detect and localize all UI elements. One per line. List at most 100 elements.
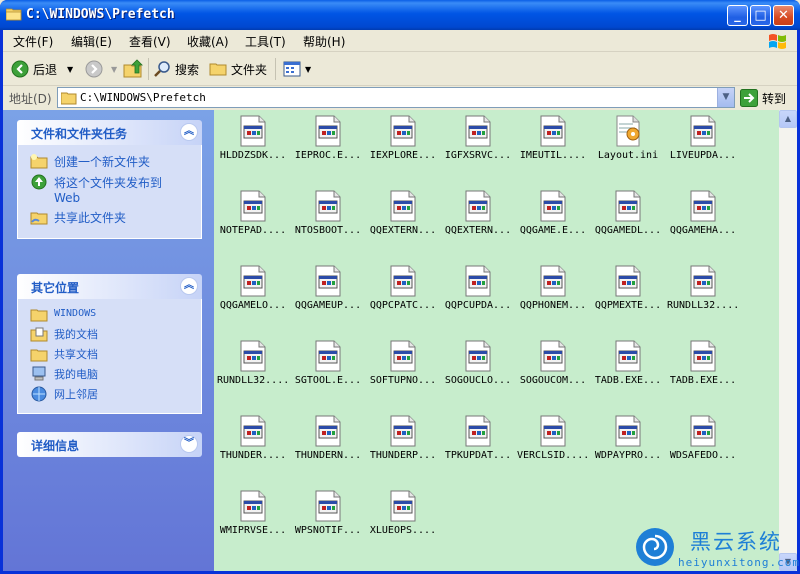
up-folder-button[interactable] xyxy=(123,58,147,80)
maximize-button[interactable]: □ xyxy=(750,5,771,26)
views-dropdown-icon[interactable]: ▼ xyxy=(305,65,311,74)
back-dropdown-icon[interactable]: ▼ xyxy=(67,65,73,74)
windows-logo-icon xyxy=(769,34,786,49)
vertical-scrollbar[interactable]: ▲ ▼ xyxy=(779,110,797,571)
menu-favorites[interactable]: 收藏(A) xyxy=(187,33,229,50)
file-item[interactable]: QQPCPATC... xyxy=(367,264,439,334)
network-places-icon xyxy=(31,386,47,401)
file-name: TADB.EXE... xyxy=(594,375,662,386)
task-share-folder[interactable]: 共享此文件夹 xyxy=(30,209,191,226)
prefetch-file-icon xyxy=(690,415,716,447)
scroll-up-button[interactable]: ▲ xyxy=(779,110,797,128)
search-button[interactable]: 搜索 xyxy=(153,58,199,80)
file-item[interactable]: WMIPRVSE... xyxy=(217,489,289,559)
file-item[interactable]: TADB.EXE... xyxy=(667,339,739,409)
details-header[interactable]: 详细信息 ︾ xyxy=(17,432,202,457)
place-my-computer[interactable]: 我的电脑 xyxy=(30,365,191,382)
place-shared-documents[interactable]: 共享文档 xyxy=(30,345,191,362)
menu-tools[interactable]: 工具(T) xyxy=(245,33,286,50)
file-item[interactable]: HLDDZSDK... xyxy=(217,114,289,184)
expand-chevron-icon[interactable]: ︾ xyxy=(180,435,198,453)
file-item[interactable]: TPKUPDAT... xyxy=(442,414,514,484)
file-item[interactable]: Layout.ini xyxy=(592,114,664,184)
file-item[interactable]: QQGAMEHA... xyxy=(667,189,739,259)
file-item[interactable]: QQEXTERN... xyxy=(442,189,514,259)
prefetch-file-icon xyxy=(690,115,716,147)
file-item[interactable]: QQPHONEM... xyxy=(517,264,589,334)
minimize-button[interactable]: _ xyxy=(727,5,748,26)
file-item[interactable]: IGFXSRVC... xyxy=(442,114,514,184)
file-item[interactable]: QQGAMEUP... xyxy=(292,264,364,334)
file-item[interactable]: LIVEUPDA... xyxy=(667,114,739,184)
task-publish-web[interactable]: 将这个文件夹发布到Web xyxy=(30,174,191,205)
file-item[interactable]: VERCLSID.... xyxy=(517,414,589,484)
file-item[interactable]: QQPMEXTE... xyxy=(592,264,664,334)
close-button[interactable]: ✕ xyxy=(773,5,794,26)
place-my-documents[interactable]: 我的文档 xyxy=(30,325,191,342)
collapse-chevron-icon[interactable]: ︽ xyxy=(180,123,198,141)
file-item[interactable]: SOFTUPNO... xyxy=(367,339,439,409)
file-item[interactable]: RUNDLL32.... xyxy=(217,339,289,409)
file-item[interactable]: IEPROC.E... xyxy=(292,114,364,184)
file-item[interactable]: RUNDLL32.... xyxy=(667,264,739,334)
menu-view[interactable]: 查看(V) xyxy=(129,33,171,50)
toolbar-separator xyxy=(148,58,149,80)
watermark-logo: 黑云系统 heiyunxitong.com xyxy=(634,524,800,574)
file-name: WMIPRVSE... xyxy=(219,525,287,536)
content-area: 文件和文件夹任务 ︽ 创建一个新文件夹 将这个文件夹发布到Web 共享此文件夹 … xyxy=(3,110,797,571)
go-button[interactable]: 转到 xyxy=(740,88,786,108)
forward-button[interactable]: ▼ xyxy=(85,58,117,80)
views-button[interactable]: ▼ xyxy=(283,58,311,80)
prefetch-file-icon xyxy=(540,415,566,447)
place-label: 共享文档 xyxy=(54,347,98,361)
file-item[interactable]: QQGAMELO... xyxy=(217,264,289,334)
file-item[interactable]: WDPAYPRO... xyxy=(592,414,664,484)
forward-dropdown-icon[interactable]: ▼ xyxy=(111,65,117,74)
menu-file[interactable]: 文件(F) xyxy=(13,33,53,50)
file-tasks-title: 文件和文件夹任务 xyxy=(31,127,128,141)
place-network[interactable]: 网上邻居 xyxy=(30,385,191,402)
other-places-header[interactable]: 其它位置 ︽ xyxy=(17,274,202,299)
file-item[interactable]: IMEUTIL.... xyxy=(517,114,589,184)
file-item[interactable]: THUNDERN... xyxy=(292,414,364,484)
file-name: QQGAMEUP... xyxy=(294,300,362,311)
file-item[interactable]: QQGAME.E... xyxy=(517,189,589,259)
title-bar[interactable]: C:\WINDOWS\Prefetch _ □ ✕ xyxy=(0,0,800,30)
address-dropdown-icon[interactable]: ▼ xyxy=(717,88,734,107)
prefetch-file-icon xyxy=(540,115,566,147)
file-item[interactable]: THUNDERP... xyxy=(367,414,439,484)
file-tasks-header[interactable]: 文件和文件夹任务 ︽ xyxy=(17,120,202,145)
share-folder-icon xyxy=(30,212,48,225)
file-list-pane[interactable]: HLDDZSDK... IEPROC.E... IEXPLORE... IGFXSRV… xyxy=(214,110,779,571)
place-windows[interactable]: WINDOWS xyxy=(30,305,191,322)
prefetch-file-icon xyxy=(540,340,566,372)
file-item[interactable]: TADB.EXE... xyxy=(592,339,664,409)
folders-button[interactable]: 文件夹 xyxy=(209,58,267,80)
menu-help[interactable]: 帮助(H) xyxy=(303,33,345,50)
explorer-window: C:\WINDOWS\Prefetch _ □ ✕ 文件(F) 编辑(E) 查看… xyxy=(0,0,800,574)
file-item[interactable]: QQPCUPDA... xyxy=(442,264,514,334)
file-item[interactable]: SGTOOL.E... xyxy=(292,339,364,409)
file-item[interactable]: WPSNOTIF... xyxy=(292,489,364,559)
prefetch-file-icon xyxy=(615,340,641,372)
file-item[interactable]: SOGOUCLO... xyxy=(442,339,514,409)
collapse-chevron-icon[interactable]: ︽ xyxy=(180,277,198,295)
file-name: WPSNOTIF... xyxy=(294,525,362,536)
file-item[interactable]: QQGAMEDL... xyxy=(592,189,664,259)
file-item[interactable]: NTOSBOOT... xyxy=(292,189,364,259)
file-item[interactable]: QQEXTERN... xyxy=(367,189,439,259)
file-item[interactable]: XLUEOPS.... xyxy=(367,489,439,559)
back-button[interactable]: 后退 ▼ xyxy=(11,58,73,80)
task-pane: 文件和文件夹任务 ︽ 创建一个新文件夹 将这个文件夹发布到Web 共享此文件夹 … xyxy=(3,110,214,571)
menu-edit[interactable]: 编辑(E) xyxy=(71,33,112,50)
file-name: THUNDERN... xyxy=(294,450,362,461)
file-item[interactable]: IEXPLORE... xyxy=(367,114,439,184)
task-new-folder[interactable]: 创建一个新文件夹 xyxy=(30,153,191,170)
file-item[interactable]: NOTEPAD.... xyxy=(217,189,289,259)
address-input[interactable]: C:\WINDOWS\Prefetch ▼ xyxy=(57,87,735,108)
prefetch-file-icon xyxy=(390,115,416,147)
prefetch-file-icon xyxy=(390,340,416,372)
file-item[interactable]: THUNDER.... xyxy=(217,414,289,484)
file-item[interactable]: SOGOUCOM... xyxy=(517,339,589,409)
file-item[interactable]: WDSAFEDO... xyxy=(667,414,739,484)
